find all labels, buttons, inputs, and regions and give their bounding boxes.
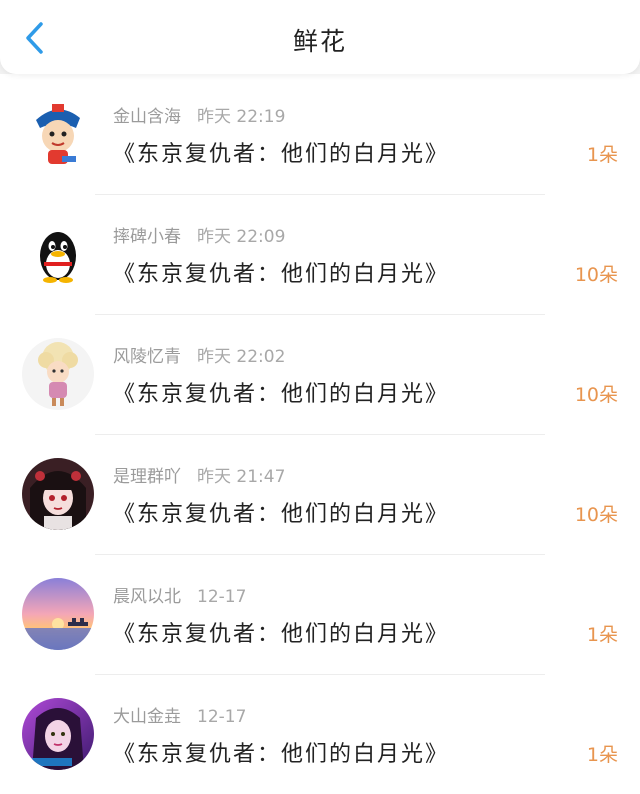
work-title[interactable]: 《东京复仇者：他们的白月光》 — [113, 376, 449, 408]
top-nav-bar: 鲜花 — [0, 0, 640, 74]
flower-count: 1朵 — [586, 144, 618, 166]
timestamp: 昨天 21:47 — [197, 467, 286, 487]
flower-count: 10朵 — [574, 384, 618, 406]
list-item[interactable]: 风陵忆青 昨天 22:02 《东京复仇者：他们的白月光》 10朵 — [0, 314, 640, 434]
username[interactable]: 晨风以北 — [113, 587, 181, 607]
timestamp: 12-17 — [197, 707, 247, 727]
curly-hair-girl-avatar[interactable] — [22, 338, 94, 410]
gift-meta: 晨风以北 12-17 — [113, 582, 246, 607]
flower-count: 10朵 — [574, 504, 618, 526]
dark-hair-girl-avatar[interactable] — [22, 458, 94, 530]
penguin-avatar[interactable] — [22, 218, 94, 290]
gift-meta: 金山含海 昨天 22:19 — [113, 102, 285, 127]
timestamp: 昨天 22:09 — [197, 227, 286, 247]
flower-count: 1朵 — [586, 624, 618, 646]
username[interactable]: 金山含海 — [113, 107, 181, 127]
boy-hat-avatar[interactable] — [22, 98, 94, 170]
username[interactable]: 风陵忆青 — [113, 347, 181, 367]
work-title[interactable]: 《东京复仇者：他们的白月光》 — [113, 256, 449, 288]
username[interactable]: 摔碑小春 — [113, 227, 181, 247]
list-item[interactable]: 大山金垚 12-17 《东京复仇者：他们的白月光》 1朵 — [0, 674, 640, 794]
timestamp: 昨天 22:19 — [197, 107, 286, 127]
list-item[interactable]: 是理群吖 昨天 21:47 《东京复仇者：他们的白月光》 10朵 — [0, 434, 640, 554]
list-item[interactable]: 晨风以北 12-17 《东京复仇者：他们的白月光》 1朵 — [0, 554, 640, 674]
purple-girl-avatar[interactable] — [22, 698, 94, 770]
work-title[interactable]: 《东京复仇者：他们的白月光》 — [113, 496, 449, 528]
timestamp: 12-17 — [197, 587, 247, 607]
username[interactable]: 是理群吖 — [113, 467, 181, 487]
flower-count: 10朵 — [574, 264, 618, 286]
work-title[interactable]: 《东京复仇者：他们的白月光》 — [113, 736, 449, 768]
timestamp: 昨天 22:02 — [197, 347, 286, 367]
list-item[interactable]: 摔碑小春 昨天 22:09 《东京复仇者：他们的白月光》 10朵 — [0, 194, 640, 314]
work-title[interactable]: 《东京复仇者：他们的白月光》 — [113, 136, 449, 168]
work-title[interactable]: 《东京复仇者：他们的白月光》 — [113, 616, 449, 648]
flower-gift-list: 金山含海 昨天 22:19 《东京复仇者：他们的白月光》 1朵 摔碑小春 昨天 22… — [0, 74, 640, 794]
flower-count: 1朵 — [586, 744, 618, 766]
page-title: 鲜花 — [292, 27, 347, 56]
gift-meta: 是理群吖 昨天 21:47 — [113, 462, 285, 487]
list-item[interactable]: 金山含海 昨天 22:19 《东京复仇者：他们的白月光》 1朵 — [0, 74, 640, 194]
sunset-avatar[interactable] — [22, 578, 94, 650]
gift-meta: 大山金垚 12-17 — [113, 702, 246, 727]
username[interactable]: 大山金垚 — [113, 707, 181, 727]
gift-meta: 风陵忆青 昨天 22:02 — [113, 342, 285, 367]
gift-meta: 摔碑小春 昨天 22:09 — [113, 222, 285, 247]
